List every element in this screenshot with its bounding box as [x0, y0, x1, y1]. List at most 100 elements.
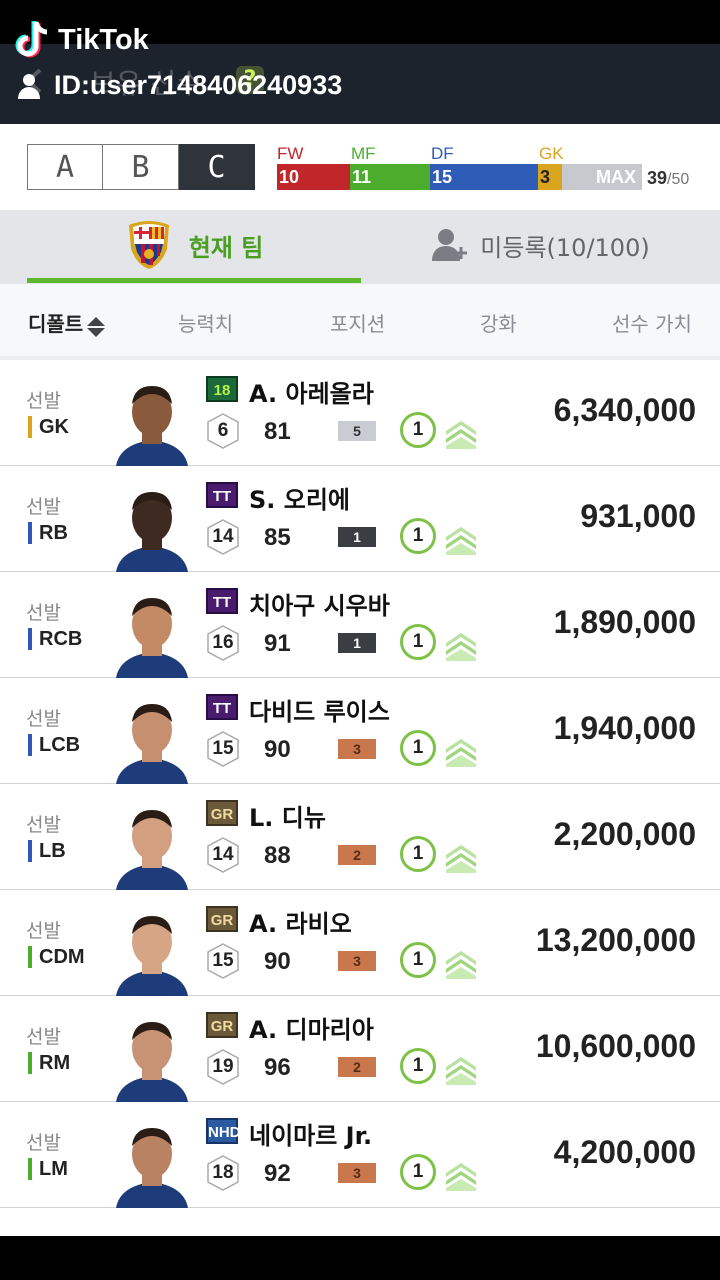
salary-hex: 15	[206, 730, 240, 768]
player-ovr: 81	[264, 418, 291, 445]
player-position: RCB	[28, 628, 82, 650]
sort-position[interactable]: 포지션	[330, 308, 385, 337]
sort-bar: 디폴트 능력치 포지션 강화 선수 가치	[0, 284, 720, 356]
player-level: 1	[400, 624, 436, 660]
upgrade-chevron-icon	[446, 1057, 476, 1085]
player-row-partial[interactable]	[0, 1208, 720, 1236]
add-user-icon	[432, 229, 468, 261]
player-name: A. 아레올라	[249, 380, 374, 408]
team-tabs: 현재 팀 미등록(10/100)	[0, 210, 720, 284]
tab-current-team-label: 현재 팀	[188, 233, 264, 262]
player-row[interactable]: 선발 LCB TT 다비드 루이스 15 90 3 1 1,940,000	[0, 678, 720, 784]
sort-default-label: 디폴트	[28, 312, 84, 336]
player-salary: 14	[212, 844, 234, 865]
salary-hex: 19	[206, 1048, 240, 1086]
enhance-grade-badge: 1	[338, 633, 376, 653]
sort-default[interactable]: 디폴트	[28, 308, 106, 337]
position-count-bar: FW MF DF GK 10 11 15 3 MAX 39/50	[277, 144, 697, 194]
user-icon	[18, 73, 40, 99]
player-row[interactable]: 선발 LM NHD 네이마르 Jr. 18 92 3 1 4,200,000	[0, 1102, 720, 1208]
player-row[interactable]: 선발 RB TT S. 오리에 14 85 1 1 931,000	[0, 466, 720, 572]
player-salary: 19	[212, 1056, 234, 1077]
player-ovr: 85	[264, 524, 291, 551]
squad-tab-b[interactable]: B	[103, 144, 179, 190]
player-status: 선발	[26, 920, 61, 942]
player-photo	[116, 916, 188, 996]
player-photo	[116, 1128, 188, 1208]
player-row[interactable]: 선발 GK 18 A. 아레올라 6 81 5 1 6,340,000	[0, 360, 720, 466]
player-ovr: 96	[264, 1054, 291, 1081]
player-row[interactable]: 선발 RCB TT 치아구 시우바 16 91 1 1 1,890,000	[0, 572, 720, 678]
tab-unregistered-label: 미등록(10/100)	[480, 233, 650, 262]
player-status: 선발	[26, 1132, 61, 1154]
squad-tab-a[interactable]: A	[27, 144, 103, 190]
enhance-grade-badge: 3	[338, 1163, 376, 1183]
upgrade-chevron-icon	[446, 527, 476, 555]
fcb-crest-icon	[128, 221, 169, 269]
max-count: /50	[667, 171, 690, 188]
squad-tab-c[interactable]: C	[179, 144, 255, 190]
card-season-badge: NHD	[206, 1118, 241, 1144]
navigation-bar	[0, 1236, 720, 1280]
tab-unregistered[interactable]: 미등록(10/100)	[380, 210, 700, 280]
tiktok-logo-icon	[15, 21, 48, 58]
player-photo	[116, 810, 188, 890]
upgrade-chevron-icon	[446, 845, 476, 873]
sort-ability[interactable]: 능력치	[178, 308, 233, 337]
salary-hex: 14	[206, 836, 240, 874]
player-row[interactable]: 선발 RM GR A. 디마리아 19 96 2 1 10,600,000	[0, 996, 720, 1102]
player-photo	[116, 704, 188, 784]
player-status: 선발	[26, 602, 61, 624]
player-status: 선발	[26, 814, 61, 836]
card-season-badge: 18	[206, 376, 238, 402]
upgrade-chevron-icon	[446, 951, 476, 979]
player-photo	[116, 598, 188, 678]
mf-label: MF	[351, 144, 376, 163]
player-status: 선발	[26, 390, 61, 412]
df-segment: 15	[430, 164, 538, 190]
card-season-badge: TT	[206, 482, 238, 508]
player-photo	[116, 1022, 188, 1102]
player-value: 4,200,000	[553, 1134, 696, 1170]
player-position: LB	[28, 840, 66, 862]
tiktok-user-id: ID:user7148406240933	[16, 70, 342, 101]
player-status: 선발	[26, 496, 61, 518]
enhance-grade-badge: 1	[338, 527, 376, 547]
sort-value[interactable]: 선수 가치	[612, 308, 692, 337]
player-salary: 15	[212, 950, 234, 971]
tiktok-brand: TikTok	[58, 23, 149, 56]
card-season-badge: GR	[206, 1012, 238, 1038]
sort-enhance[interactable]: 강화	[480, 308, 517, 337]
fw-segment: 10	[277, 164, 350, 190]
player-position: LM	[28, 1158, 68, 1180]
tab-current-team[interactable]: 현재 팀	[27, 210, 361, 280]
player-salary: 6	[217, 420, 229, 441]
salary-hex: 18	[206, 1154, 240, 1192]
player-row[interactable]: 선발 LB GR L. 디뉴 14 88 2 1 2,200,000	[0, 784, 720, 890]
squad-tabs: A B C	[27, 144, 255, 190]
player-level: 1	[400, 1048, 436, 1084]
player-name: 치아구 시우바	[249, 592, 390, 620]
player-ovr: 90	[264, 948, 291, 975]
current-count: 39	[647, 168, 668, 188]
mf-segment: 11	[350, 164, 430, 190]
player-position: CDM	[28, 946, 85, 968]
enhance-grade-badge: 2	[338, 845, 376, 865]
enhance-grade-badge: 3	[338, 951, 376, 971]
player-value: 1,940,000	[553, 710, 696, 746]
sort-order-icon	[87, 317, 106, 337]
player-name: A. 라비오	[249, 910, 352, 938]
card-season-badge: TT	[206, 588, 238, 614]
player-position: GK	[28, 416, 69, 438]
player-name: 다비드 루이스	[249, 698, 390, 726]
upgrade-chevron-icon	[446, 633, 476, 661]
upgrade-chevron-icon	[446, 1163, 476, 1191]
enhance-grade-badge: 3	[338, 739, 376, 759]
player-value: 6,340,000	[553, 392, 696, 428]
player-level: 1	[400, 1154, 436, 1190]
player-salary: 18	[212, 1162, 234, 1183]
player-level: 1	[400, 518, 436, 554]
player-row[interactable]: 선발 CDM GR A. 라비오 15 90 3 1 13,200,000	[0, 890, 720, 996]
player-count: 39/50	[647, 168, 689, 189]
player-ovr: 92	[264, 1160, 291, 1187]
